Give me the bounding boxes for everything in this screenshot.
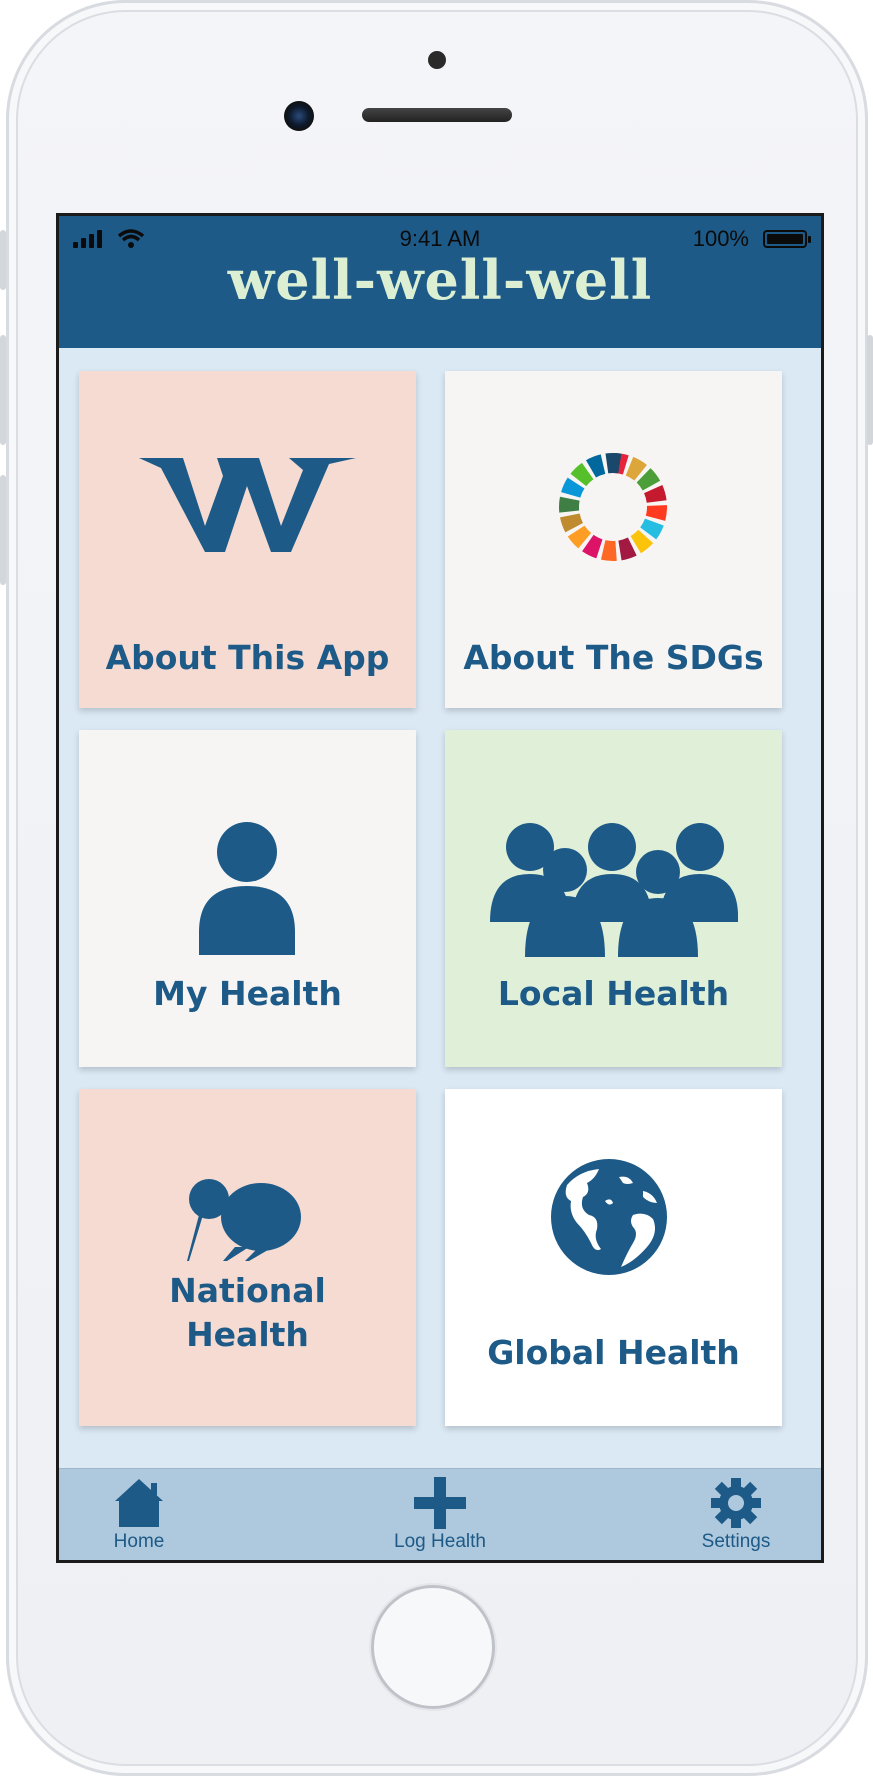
tab-label: Settings <box>701 1531 771 1552</box>
kiwi-bird-icon <box>187 1179 301 1261</box>
battery-icon <box>763 230 811 248</box>
proximity-sensor <box>428 51 446 69</box>
sdg-wheel-icon <box>559 453 667 561</box>
tile-about-the-sdgs[interactable]: About The SDGs <box>445 371 782 708</box>
tile-label-line2: Health <box>186 1315 309 1354</box>
app-header: 9:41 AM 100% well-well-well <box>59 216 821 348</box>
gear-icon <box>711 1478 761 1528</box>
app-title: well-well-well <box>227 248 653 312</box>
tile-national-health[interactable]: National Health <box>79 1089 416 1426</box>
earpiece-speaker <box>362 108 512 122</box>
volume-up-button <box>0 335 6 445</box>
tile-global-health[interactable]: Global Health <box>445 1089 782 1426</box>
tab-home[interactable]: Home <box>69 1469 209 1560</box>
tile-label: About The SDGs <box>463 638 764 677</box>
tile-local-health[interactable]: Local Health <box>445 730 782 1067</box>
home-grid: About This App About The SDGs My Health … <box>59 348 821 1468</box>
volume-down-button <box>0 475 6 585</box>
screen: 9:41 AM 100% well-well-well About This A… <box>56 213 824 1563</box>
tab-bar: Home Log Health Settings <box>59 1468 821 1560</box>
front-camera <box>284 101 314 131</box>
home-button[interactable] <box>371 1585 495 1709</box>
globe-icon <box>551 1159 667 1275</box>
plus-icon <box>414 1477 466 1529</box>
mute-switch <box>0 230 6 290</box>
ww-logo-icon <box>139 458 356 552</box>
person-icon <box>199 822 295 955</box>
tile-label: Local Health <box>497 974 730 1013</box>
tile-label: Global Health <box>487 1333 740 1372</box>
tile-label: My Health <box>153 974 342 1013</box>
tab-settings[interactable]: Settings <box>666 1469 806 1560</box>
tab-log-health[interactable]: Log Health <box>370 1469 510 1560</box>
tab-label: Log Health <box>394 1531 486 1552</box>
group-icon <box>490 823 738 957</box>
home-icon <box>115 1479 163 1527</box>
tile-label: About This App <box>105 638 390 677</box>
tile-label-line1: National <box>169 1271 326 1310</box>
tile-my-health[interactable]: My Health <box>79 730 416 1067</box>
tab-label: Home <box>113 1531 165 1552</box>
tile-about-this-app[interactable]: About This App <box>79 371 416 708</box>
power-button <box>867 335 873 445</box>
